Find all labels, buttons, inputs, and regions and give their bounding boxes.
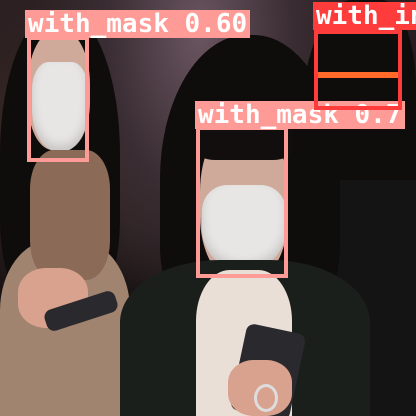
detection-box-center xyxy=(196,126,288,278)
left-person-sweater xyxy=(30,150,110,280)
detection-box-right-inner xyxy=(318,72,398,78)
photo-scene: with_mask 0.60 with_mask 0.7 with_in xyxy=(0,0,416,416)
detection-label-left: with_mask 0.60 xyxy=(25,10,251,38)
detection-box-right xyxy=(314,30,402,110)
detection-label-right: with_in xyxy=(313,2,416,30)
phone-ring-icon xyxy=(254,384,278,412)
detection-box-left xyxy=(27,36,89,162)
